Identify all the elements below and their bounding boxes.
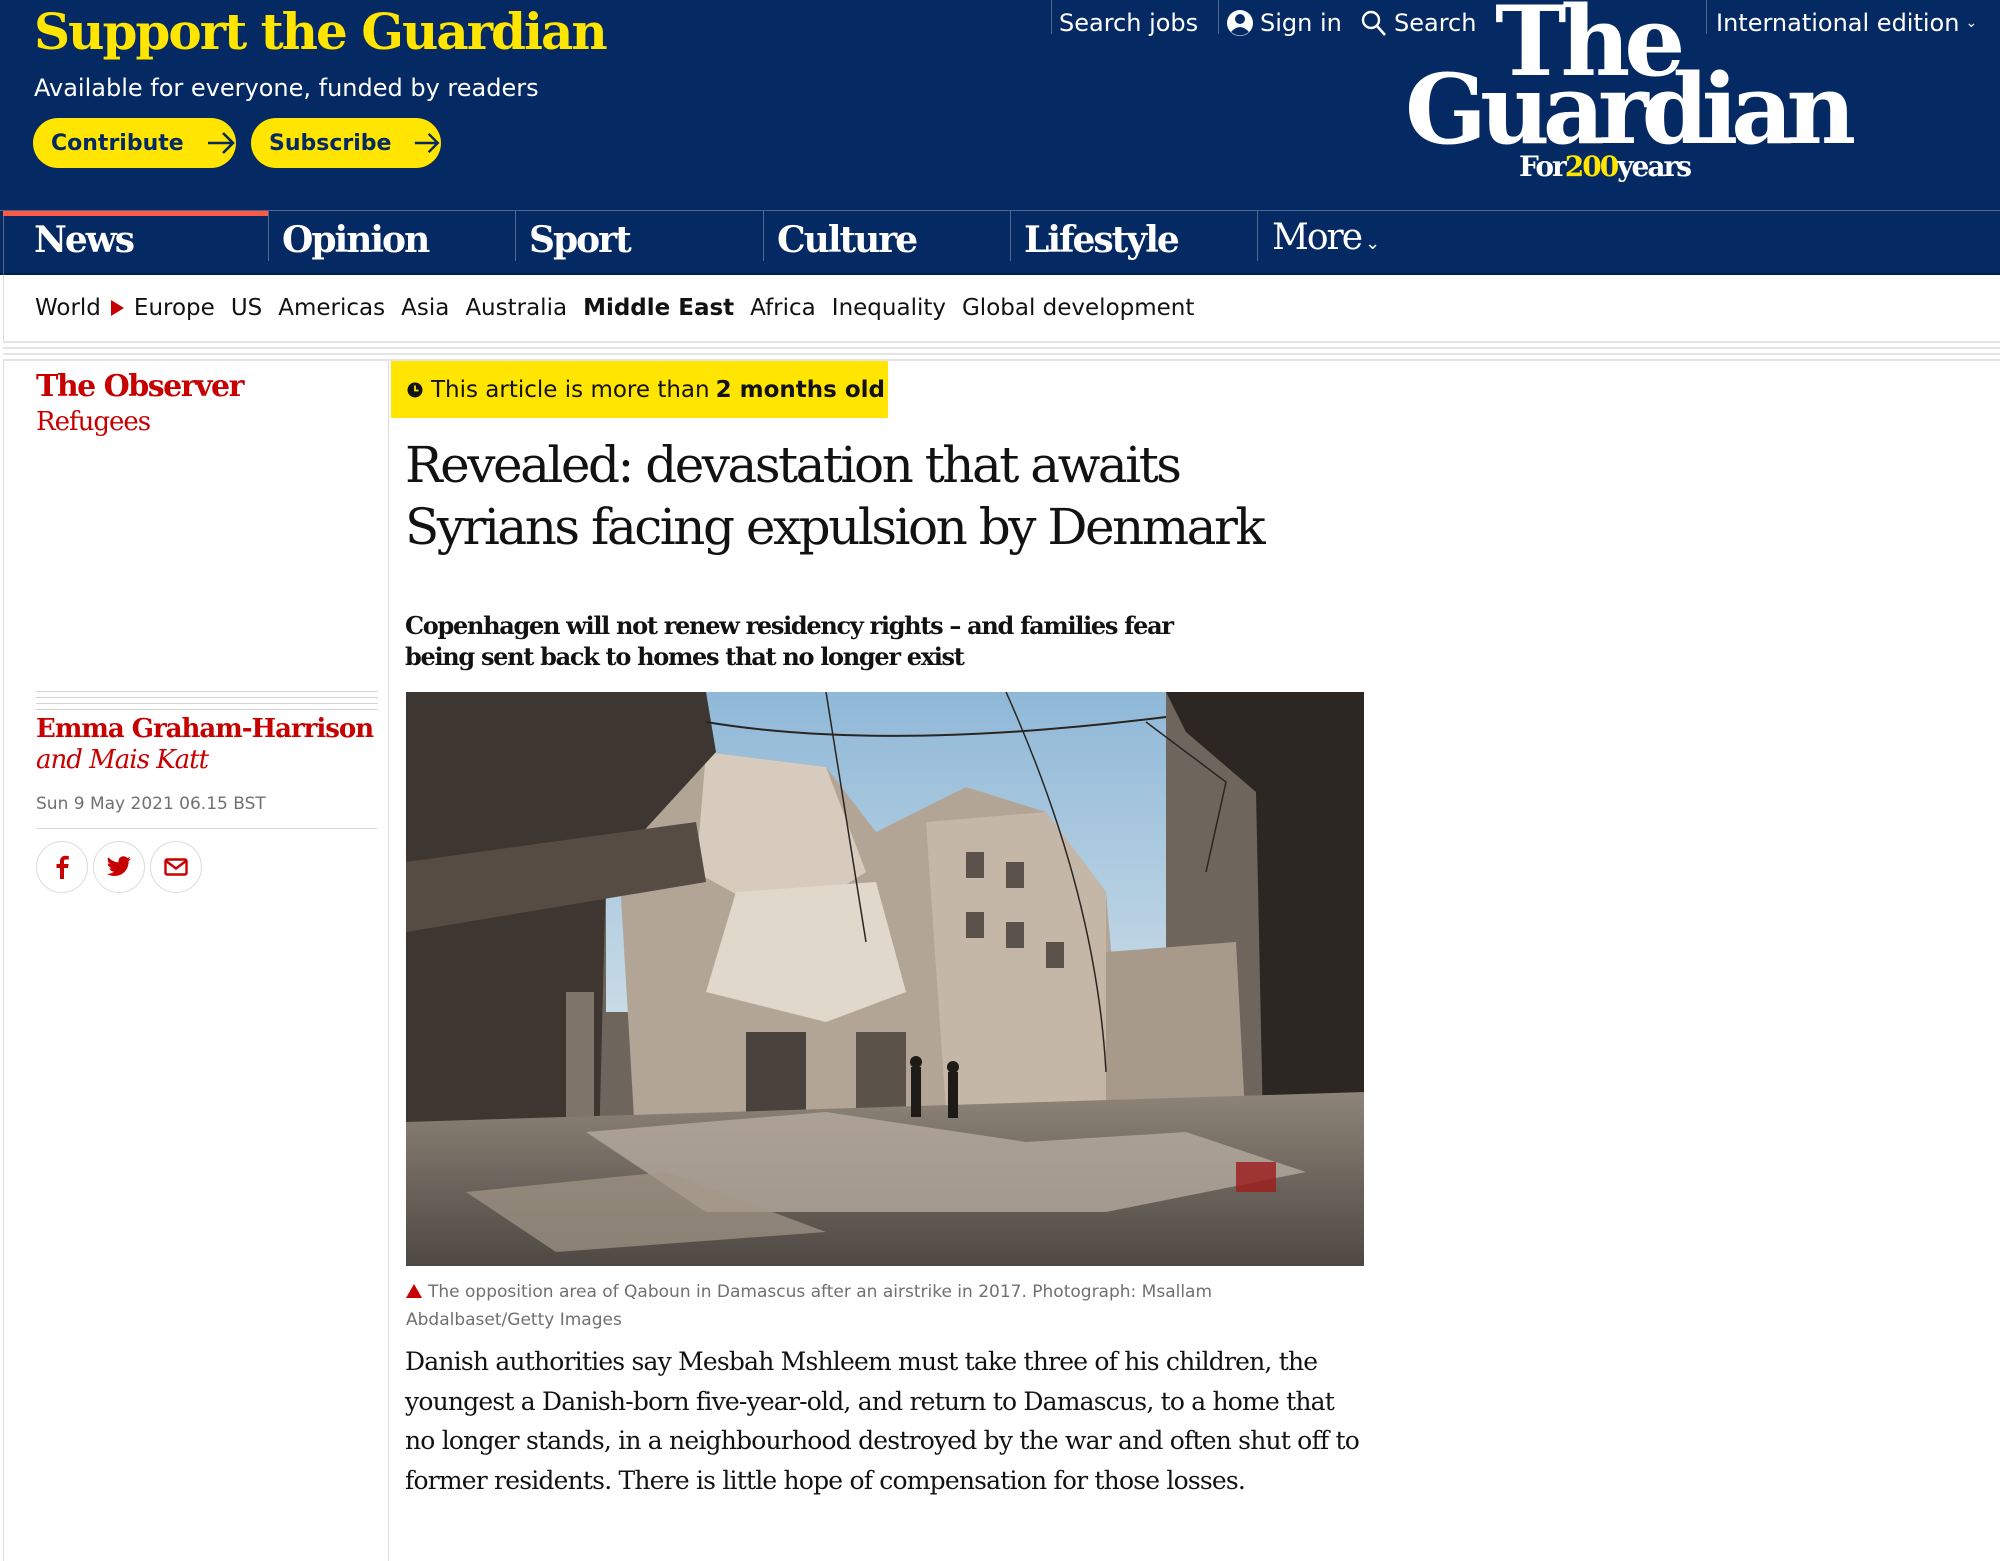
search-icon	[1361, 10, 1386, 36]
article-meta-column: The Observer Refugees Emma Graham-Harris…	[3, 361, 389, 1561]
triangle-right-icon	[110, 300, 124, 316]
subnav-parent-world[interactable]: World	[35, 295, 101, 321]
meta-divider	[36, 691, 378, 711]
tagline-prefix: For	[1519, 150, 1567, 183]
subnav-item-middle-east[interactable]: Middle East	[583, 295, 734, 321]
tagline-years: 200	[1564, 150, 1619, 183]
nav-label: Lifestyle	[1024, 219, 1180, 261]
active-indicator	[3, 211, 268, 216]
nav-more-label: More	[1272, 217, 1363, 258]
subnav-item-australia[interactable]: Australia	[465, 295, 567, 321]
co-author-link[interactable]: and Mais Katt	[36, 745, 209, 775]
contribute-label: Contribute	[51, 130, 184, 156]
caption-triangle-icon	[406, 1284, 422, 1298]
subnav-item-global-development[interactable]: Global development	[962, 295, 1194, 321]
publish-date: Sun 9 May 2021 06.15 BST	[36, 794, 266, 814]
user-icon	[1227, 10, 1253, 36]
caption-text: The opposition area of Qaboun in Damascu…	[406, 1282, 1213, 1330]
series-link[interactable]: The Observer	[36, 369, 244, 404]
search-jobs-label: Search jobs	[1059, 9, 1199, 37]
nav-item-news[interactable]: News	[3, 211, 268, 274]
nav-item-lifestyle[interactable]: Lifestyle	[1010, 211, 1257, 274]
nav-divider	[1257, 211, 1258, 261]
share-facebook-button[interactable]	[36, 841, 88, 893]
section-link[interactable]: Refugees	[36, 407, 151, 437]
logo-line-2: Guardian	[1405, 53, 1856, 166]
image-rubble-street	[406, 692, 1364, 1266]
nav-label: Sport	[529, 219, 632, 261]
article-main-image	[406, 692, 1364, 1266]
facebook-icon	[56, 855, 69, 879]
logo-tagline: For200years	[1519, 150, 1692, 183]
email-icon	[164, 858, 188, 876]
nav-divider	[763, 211, 764, 261]
subscribe-label: Subscribe	[269, 130, 392, 156]
subnav-item-europe[interactable]: Europe	[134, 295, 215, 321]
contribute-button[interactable]: Contribute	[33, 118, 236, 168]
tagline-suffix: years	[1617, 150, 1692, 183]
nav-divider	[268, 211, 269, 261]
primary-nav: News Opinion Sport Culture Lifestyle Mor…	[0, 210, 2000, 275]
twitter-icon	[106, 856, 132, 876]
section-divider	[3, 341, 2000, 361]
share-email-button[interactable]	[150, 841, 202, 893]
article-age-badge: This article is more than 2 months old	[391, 361, 888, 418]
support-subtitle: Available for everyone, funded by reader…	[34, 74, 539, 102]
nav-divider	[515, 211, 516, 261]
arrow-right-icon	[207, 132, 235, 154]
guardian-logo[interactable]: The Guardian For200years	[1405, 0, 1865, 188]
top-divider	[1051, 0, 1052, 34]
share-twitter-button[interactable]	[93, 841, 145, 893]
article-headline: Revealed: devastation that awaits Syrian…	[405, 436, 1266, 556]
sub-nav: World Europe US Americas Asia Australia …	[3, 275, 2000, 343]
nav-item-sport[interactable]: Sport	[515, 211, 762, 274]
meta-rule	[36, 828, 378, 829]
nav-divider	[1010, 211, 1011, 261]
nav-label: Culture	[777, 219, 918, 261]
clock-icon	[407, 382, 423, 397]
sign-in-link[interactable]: Sign in	[1226, 6, 1342, 40]
top-divider	[1218, 0, 1219, 34]
subnav-list: World Europe US Americas Asia Australia …	[35, 295, 1210, 321]
chevron-down-icon: ⌄	[1965, 15, 1978, 31]
author-link[interactable]: Emma Graham-Harrison	[36, 714, 374, 744]
image-caption: The opposition area of Qaboun in Damascu…	[406, 1278, 1346, 1334]
nav-item-culture[interactable]: Culture	[763, 211, 1010, 274]
age-value: 2 months old	[715, 376, 885, 403]
subnav-item-americas[interactable]: Americas	[278, 295, 385, 321]
nav-item-opinion[interactable]: Opinion	[268, 211, 515, 274]
age-prefix: This article is more than	[431, 376, 710, 403]
article-body-paragraph: Danish authorities say Mesbah Mshleem mu…	[405, 1347, 1360, 1495]
subnav-item-africa[interactable]: Africa	[750, 295, 816, 321]
support-title: Support the Guardian	[34, 2, 608, 61]
subnav-item-us[interactable]: US	[231, 295, 262, 321]
nav-label: News	[34, 219, 135, 261]
arrow-right-icon	[415, 132, 440, 154]
subnav-item-inequality[interactable]: Inequality	[832, 295, 946, 321]
subnav-item-asia[interactable]: Asia	[401, 295, 449, 321]
subscribe-button[interactable]: Subscribe	[251, 118, 441, 168]
sign-in-label: Sign in	[1260, 9, 1342, 37]
search-jobs-link[interactable]: Search jobs	[1059, 6, 1198, 40]
nav-item-more[interactable]: More ⌄	[1257, 211, 1504, 274]
nav-label: Opinion	[282, 219, 430, 261]
masthead: Support the Guardian Available for every…	[0, 0, 2000, 210]
chevron-down-icon: ⌄	[1365, 233, 1380, 254]
article-standfirst: Copenhagen will not renew residency righ…	[405, 611, 1174, 671]
